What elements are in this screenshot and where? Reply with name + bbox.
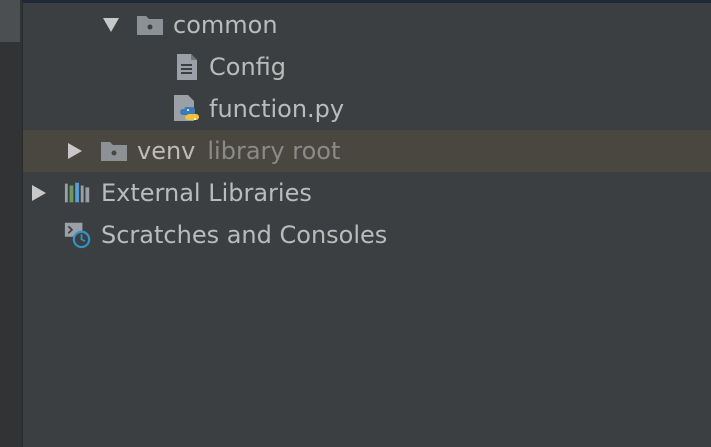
tree-item-label-group: venv library root [137, 137, 340, 165]
top-border [23, 0, 711, 3]
tree-item-venv[interactable]: venv library root [23, 130, 711, 172]
library-icon [64, 179, 92, 207]
chevron-right-icon[interactable] [28, 182, 50, 204]
chevron-right-icon[interactable] [64, 140, 86, 162]
folder-icon [136, 11, 164, 39]
tree-item-label: External Libraries [101, 179, 312, 207]
project-tool-tab[interactable] [0, 0, 20, 42]
scratches-icon [64, 221, 92, 249]
left-tool-strip [0, 0, 23, 447]
chevron-down-icon[interactable] [100, 14, 122, 36]
text-file-icon [173, 53, 201, 81]
project-tree: common Config function.py venv library r… [23, 4, 711, 256]
tree-item-label: Config [209, 53, 287, 81]
project-tool-window: common Config function.py venv library r… [0, 0, 711, 447]
tree-item-scratches[interactable]: Scratches and Consoles [23, 214, 711, 256]
tree-item-function-py[interactable]: function.py [23, 88, 711, 130]
folder-icon [100, 137, 128, 165]
tree-item-label: common [173, 11, 278, 39]
tree-item-external-libraries[interactable]: External Libraries [23, 172, 711, 214]
python-file-icon [173, 95, 201, 123]
library-root-hint: library root [207, 137, 341, 165]
tree-item-config[interactable]: Config [23, 46, 711, 88]
tree-item-common[interactable]: common [23, 4, 711, 46]
tree-item-label: function.py [209, 95, 345, 123]
tree-item-label: venv [137, 137, 196, 165]
tree-item-label: Scratches and Consoles [101, 221, 388, 249]
